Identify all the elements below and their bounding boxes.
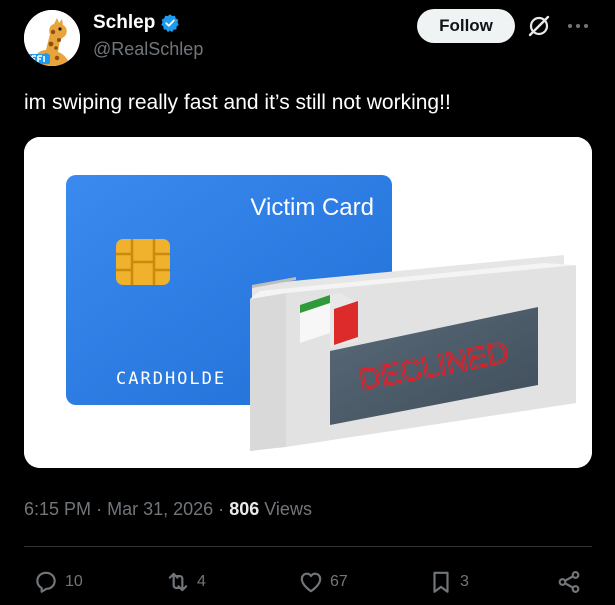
- more-options-icon[interactable]: [565, 14, 591, 38]
- reply-button[interactable]: 10: [33, 568, 83, 596]
- share-icon: [558, 571, 580, 593]
- display-name-row: Schlep: [93, 12, 203, 34]
- post-media-image[interactable]: Victim Card CARDHOLDE DECLINED: [24, 137, 592, 468]
- card-label: Victim Card: [250, 194, 374, 221]
- follow-button[interactable]: Follow: [417, 9, 515, 43]
- bookmark-icon: [433, 571, 449, 593]
- repost-count: 4: [197, 573, 206, 590]
- grok-icon[interactable]: [527, 14, 551, 38]
- verified-badge-icon: [161, 14, 180, 33]
- cardholder-text: CARDHOLDE: [116, 369, 226, 389]
- views-label: Views: [264, 499, 312, 519]
- like-count: 67: [330, 573, 348, 590]
- heart-icon: [300, 572, 322, 593]
- repost-icon: [168, 572, 188, 592]
- reply-count: 10: [65, 573, 83, 590]
- like-button[interactable]: 67: [298, 568, 348, 596]
- post-date[interactable]: Mar 31, 2026: [107, 499, 213, 519]
- post-header: Schlep @RealSchlep Follow: [24, 8, 594, 68]
- post-time[interactable]: 6:15 PM: [24, 499, 91, 519]
- card-declined-illustration: Victim Card CARDHOLDE DECLINED: [24, 137, 592, 468]
- author-handle[interactable]: @RealSchlep: [93, 39, 203, 60]
- post-text: im swiping really fast and it’s still no…: [24, 91, 451, 114]
- share-button[interactable]: [556, 568, 582, 596]
- repost-button[interactable]: 4: [165, 568, 206, 596]
- meta-separator: ·: [96, 499, 103, 519]
- reply-icon: [36, 571, 56, 593]
- divider: [24, 546, 592, 547]
- chip-icon: [116, 239, 170, 285]
- bookmark-count: 3: [460, 573, 469, 590]
- bookmark-button[interactable]: 3: [428, 568, 469, 596]
- giraffe-avatar-icon: [24, 10, 80, 66]
- views-count: 806: [229, 499, 260, 519]
- author-info: Schlep @RealSchlep: [93, 12, 203, 60]
- avatar[interactable]: [24, 10, 80, 66]
- display-name[interactable]: Schlep: [93, 12, 155, 34]
- post-metadata: 6:15 PM · Mar 31, 2026 · 806 Views: [24, 499, 312, 520]
- meta-separator: ·: [218, 499, 225, 519]
